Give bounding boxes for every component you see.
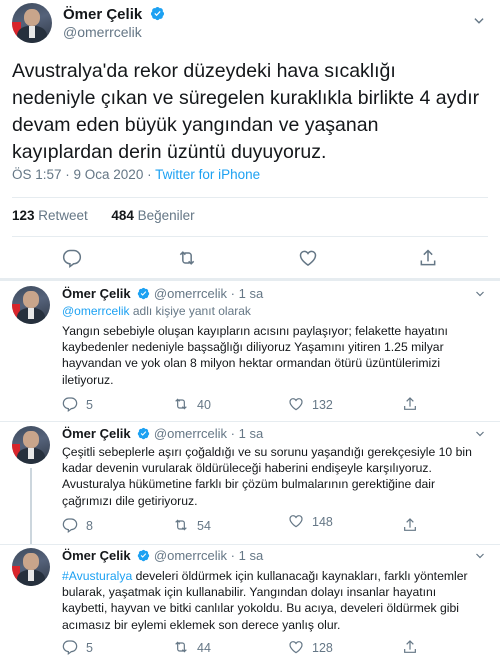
verified-badge-icon: [138, 427, 150, 440]
reply-icon: [62, 640, 78, 655]
reply-header: Ömer Çelik @omerrcelik · 1 sa: [62, 548, 263, 563]
author-name-row[interactable]: Ömer Çelik: [63, 6, 165, 24]
author-name[interactable]: Ömer Çelik: [63, 6, 142, 23]
share-icon: [404, 640, 416, 653]
retweet-button[interactable]: 54: [173, 517, 211, 535]
author-handle[interactable]: @omerrcelik: [154, 426, 227, 441]
chevron-down-icon[interactable]: [472, 14, 486, 28]
tweet-time[interactable]: ÖS 1:57 · 9 Oca 2020 ·: [12, 167, 155, 182]
like-icon[interactable]: [298, 248, 318, 268]
main-tweet: Ömer Çelik @omerrcelik Avustralya'da rek…: [0, 0, 500, 280]
avatar[interactable]: [12, 548, 50, 586]
reply-time[interactable]: · 1 sa: [227, 286, 264, 301]
reply-text: Yangın sebebiyle oluşan kayıpların acısı…: [62, 324, 448, 387]
reply-button[interactable]: 8: [62, 517, 93, 535]
author-name[interactable]: Ömer Çelik: [62, 548, 131, 563]
reply-time[interactable]: · 1 sa: [227, 548, 264, 563]
chevron-down-icon[interactable]: [474, 550, 486, 562]
retweet-icon[interactable]: [177, 248, 197, 268]
thread-line: [30, 468, 32, 544]
share-button[interactable]: [402, 517, 426, 535]
verified-badge-icon: [138, 549, 150, 562]
like-icon: [289, 398, 303, 411]
avatar[interactable]: [12, 426, 50, 464]
share-icon: [404, 518, 416, 531]
share-icon: [404, 397, 416, 410]
like-icon: [289, 515, 303, 528]
like-button[interactable]: 148: [288, 513, 333, 531]
reply-icon: [62, 518, 78, 533]
share-button[interactable]: [402, 396, 426, 414]
author-name[interactable]: Ömer Çelik: [62, 426, 131, 441]
divider: [12, 197, 488, 198]
share-icon[interactable]: [418, 248, 438, 268]
reply-time[interactable]: · 1 sa: [227, 426, 264, 441]
verified-badge-icon: [150, 6, 164, 21]
hashtag-link[interactable]: #Avusturalya: [62, 569, 132, 583]
divider: [0, 421, 500, 422]
tweet-actions: [0, 248, 500, 270]
reply-header: Ömer Çelik @omerrcelik · 1 sa: [62, 286, 263, 301]
reply-actions: 5 40 132: [62, 396, 492, 414]
share-button[interactable]: [402, 639, 426, 657]
tweet-text: Avustralya'da rekor düzeydeki hava sıcak…: [12, 60, 480, 163]
retweet-icon: [175, 519, 187, 531]
reply-button[interactable]: 5: [62, 639, 93, 657]
divider: [12, 236, 488, 237]
like-count-link[interactable]: 484 Beğeniler: [111, 208, 194, 223]
reply-text: #Avusturalya develeri öldürmek için kull…: [62, 569, 468, 632]
retweet-icon: [175, 641, 187, 653]
author-name[interactable]: Ömer Çelik: [62, 286, 131, 301]
tweet-stats: 123 Retweet 484 Beğeniler: [12, 208, 195, 223]
verified-badge-icon: [138, 287, 150, 300]
section-divider: [0, 278, 500, 281]
reply-actions: 8 54 148: [62, 515, 492, 535]
tweet-timestamp: ÖS 1:57 · 9 Oca 2020 · Twitter for iPhon…: [12, 167, 260, 182]
reply-tweet[interactable]: Ömer Çelik @omerrcelik · 1 sa @omerrceli…: [0, 286, 500, 421]
retweet-icon: [175, 398, 187, 410]
reply-icon: [62, 397, 78, 412]
divider: [0, 544, 500, 545]
reply-icon[interactable]: [62, 248, 82, 268]
reply-header: Ömer Çelik @omerrcelik · 1 sa: [62, 426, 263, 441]
chevron-down-icon[interactable]: [474, 428, 486, 440]
retweet-button[interactable]: 40: [173, 396, 211, 414]
reply-text: Çeşitli sebeplerle aşırı çoğaldığı ve su…: [62, 445, 472, 508]
retweet-button[interactable]: 44: [173, 639, 211, 657]
reply-tweet[interactable]: Ömer Çelik @omerrcelik · 1 sa Çeşitli se…: [0, 426, 500, 544]
like-icon: [289, 641, 303, 654]
retweet-count-link[interactable]: 123 Retweet: [12, 208, 88, 223]
replying-to-mention[interactable]: @omerrcelik: [62, 304, 130, 318]
reply-actions: 5 44 128: [62, 639, 492, 657]
reply-button[interactable]: 5: [62, 396, 93, 414]
replying-to: @omerrcelik adlı kişiye yanıt olarak: [62, 304, 251, 318]
like-button[interactable]: 128: [288, 639, 333, 657]
tweet-source-link[interactable]: Twitter for iPhone: [155, 167, 260, 182]
avatar[interactable]: [12, 286, 50, 324]
reply-tweet[interactable]: Ömer Çelik @omerrcelik · 1 sa #Avustural…: [0, 548, 500, 664]
like-button[interactable]: 132: [288, 396, 333, 414]
chevron-down-icon[interactable]: [474, 288, 486, 300]
author-handle[interactable]: @omerrcelik: [63, 24, 142, 40]
author-handle[interactable]: @omerrcelik: [154, 286, 227, 301]
avatar[interactable]: [12, 3, 52, 43]
author-handle[interactable]: @omerrcelik: [154, 548, 227, 563]
